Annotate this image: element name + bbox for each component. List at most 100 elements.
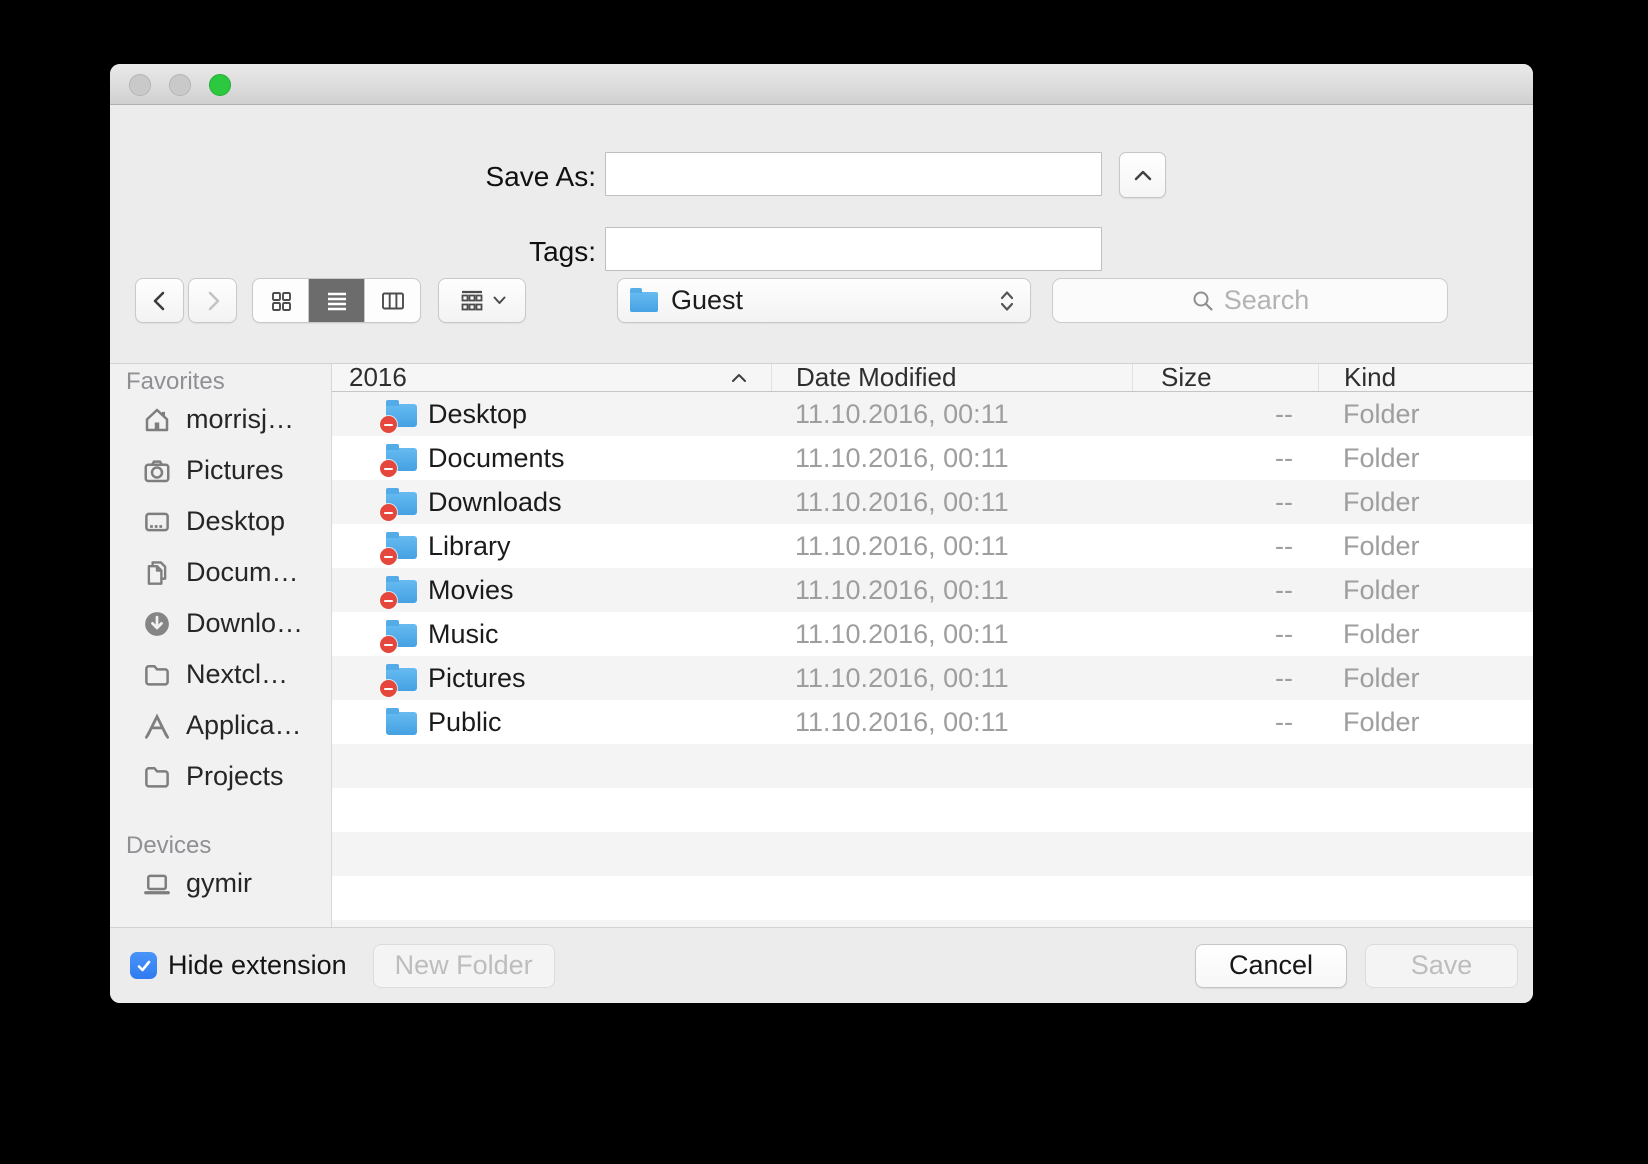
folder-icon: [630, 292, 658, 312]
table-row-pictures[interactable]: Pictures 11.10.2016, 00:11 -- Folder: [332, 656, 1533, 700]
search-input[interactable]: Search: [1052, 278, 1448, 323]
tags-label: Tags:: [529, 236, 596, 268]
location-popup[interactable]: Guest: [617, 278, 1031, 323]
minimize-window-button[interactable]: [169, 74, 191, 96]
folder-icon: [386, 492, 417, 515]
no-access-badge: [380, 680, 397, 697]
folder-icon: [386, 712, 417, 735]
folder-icon: [138, 660, 176, 690]
documents-icon: [138, 558, 176, 588]
back-button[interactable]: [135, 278, 184, 323]
chevron-left-icon: [148, 289, 172, 313]
list-view-icon: [325, 289, 349, 313]
no-access-badge: [380, 592, 397, 609]
tags-input[interactable]: [605, 227, 1102, 271]
view-mode-segmented-control: [252, 278, 421, 323]
chevron-up-icon: [1134, 170, 1152, 181]
sidebar-item-downloads[interactable]: Downlo…: [110, 598, 331, 649]
folder-icon: [386, 404, 417, 427]
folder-icon: [138, 762, 176, 792]
column-header-date-modified[interactable]: Date Modified: [771, 364, 1132, 391]
folder-icon: [386, 668, 417, 691]
sidebar-item-label: morrisj…: [186, 404, 294, 435]
sidebar-item-gymir[interactable]: gymir: [110, 858, 331, 909]
title-bar[interactable]: [110, 64, 1533, 105]
sidebar-item-label: Desktop: [186, 506, 285, 537]
sidebar-item-label: gymir: [186, 868, 252, 899]
save-as-input[interactable]: [605, 152, 1102, 196]
chevron-right-icon: [201, 289, 225, 313]
save-as-label: Save As:: [485, 161, 596, 193]
no-access-badge: [380, 504, 397, 521]
sidebar: Favorites morrisj… Pictures: [110, 364, 332, 927]
sidebar-item-applications[interactable]: Applica…: [110, 700, 331, 751]
empty-list-stripes: [332, 744, 1533, 927]
list-view-button[interactable]: [309, 279, 365, 322]
icon-view-button[interactable]: [253, 279, 309, 322]
folder-icon: [386, 536, 417, 559]
search-placeholder: Search: [1224, 285, 1310, 316]
table-row-movies[interactable]: Movies 11.10.2016, 00:11 -- Folder: [332, 568, 1533, 612]
sidebar-item-label: Nextcl…: [186, 659, 288, 690]
sort-ascending-icon: [731, 373, 747, 383]
sidebar-item-desktop[interactable]: Desktop: [110, 496, 331, 547]
sidebar-item-home[interactable]: morrisj…: [110, 394, 331, 445]
list-header: 2016 Date Modified Size Kind: [332, 364, 1533, 392]
column-header-size[interactable]: Size: [1132, 364, 1318, 391]
footer-bar: Hide extension New Folder Cancel Save: [110, 927, 1533, 1003]
cancel-button[interactable]: Cancel: [1195, 944, 1347, 988]
checkmark-icon: [135, 957, 153, 975]
sidebar-item-pictures[interactable]: Pictures: [110, 445, 331, 496]
sidebar-item-documents[interactable]: Docum…: [110, 547, 331, 598]
sidebar-item-label: Docum…: [186, 557, 299, 588]
column-view-icon: [380, 289, 406, 313]
folder-icon: [386, 624, 417, 647]
table-row-downloads[interactable]: Downloads 11.10.2016, 00:11 -- Folder: [332, 480, 1533, 524]
folder-icon: [386, 580, 417, 603]
sidebar-item-label: Projects: [186, 761, 284, 792]
chevron-down-icon: [493, 296, 506, 305]
table-row-desktop[interactable]: Desktop 11.10.2016, 00:11 -- Folder: [332, 392, 1533, 436]
table-row-library[interactable]: Library 11.10.2016, 00:11 -- Folder: [332, 524, 1533, 568]
arrange-group-icon: [459, 289, 485, 313]
column-header-name[interactable]: 2016: [332, 364, 771, 391]
table-row-music[interactable]: Music 11.10.2016, 00:11 -- Folder: [332, 612, 1533, 656]
zoom-window-button[interactable]: [209, 74, 231, 96]
column-header-kind[interactable]: Kind: [1318, 364, 1533, 391]
column-view-button[interactable]: [365, 279, 420, 322]
sidebar-item-label: Applica…: [186, 710, 302, 741]
laptop-icon: [138, 869, 176, 899]
location-popup-value: Guest: [671, 285, 996, 316]
close-window-button[interactable]: [129, 74, 151, 96]
up-down-chevrons-icon: [996, 289, 1018, 313]
home-icon: [138, 405, 176, 435]
no-access-badge: [380, 636, 397, 653]
hide-extension-label: Hide extension: [168, 950, 347, 981]
table-row-documents[interactable]: Documents 11.10.2016, 00:11 -- Folder: [332, 436, 1533, 480]
camera-icon: [138, 456, 176, 486]
arrange-by-button[interactable]: [438, 278, 526, 323]
grid-view-icon: [269, 289, 293, 313]
content-area: Favorites morrisj… Pictures: [110, 363, 1533, 927]
list-rows: Desktop 11.10.2016, 00:11 -- Folder Docu…: [332, 392, 1533, 744]
sidebar-item-label: Pictures: [186, 455, 284, 486]
sidebar-item-projects[interactable]: Projects: [110, 751, 331, 802]
save-dialog-window: Save As: Tags:: [110, 64, 1533, 1003]
sidebar-item-label: Downlo…: [186, 608, 303, 639]
no-access-badge: [380, 416, 397, 433]
folder-icon: [386, 448, 417, 471]
forward-button[interactable]: [188, 278, 237, 323]
search-icon: [1191, 289, 1215, 313]
file-list: 2016 Date Modified Size Kind Desktop 11.…: [332, 364, 1533, 927]
no-access-badge: [380, 460, 397, 477]
sidebar-section-devices: Devices: [110, 830, 331, 858]
collapse-panel-button[interactable]: [1119, 152, 1166, 198]
desktop-icon: [138, 507, 176, 537]
hide-extension-checkbox[interactable]: [130, 952, 157, 979]
new-folder-button[interactable]: New Folder: [373, 944, 555, 988]
sidebar-item-nextcloud[interactable]: Nextcl…: [110, 649, 331, 700]
sidebar-section-favorites: Favorites: [110, 366, 331, 394]
table-row-public[interactable]: Public 11.10.2016, 00:11 -- Folder: [332, 700, 1533, 744]
save-button[interactable]: Save: [1365, 944, 1518, 988]
no-access-badge: [380, 548, 397, 565]
